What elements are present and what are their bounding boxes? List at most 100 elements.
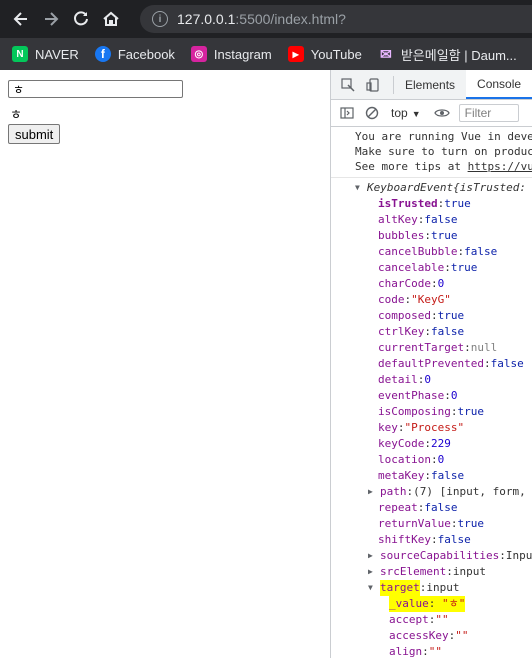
expanded-triangle-icon[interactable]: ▼ [355,180,363,196]
prop-colon: : [424,325,431,338]
prop-row-defaultprevented[interactable]: defaultPrevented: false [331,356,532,372]
bookmark-label: Facebook [117,46,175,62]
prop-key: currentTarget [378,341,465,354]
prop-row-altkey[interactable]: altKey: false [331,212,532,228]
prop-row-keycode[interactable]: keyCode: 229 [331,436,532,452]
console-output: You are running Vue in deve Make sure to… [331,127,532,658]
prop-value: true [457,405,484,418]
back-arrow-icon[interactable] [6,4,36,34]
forward-arrow-icon[interactable] [36,4,66,34]
prop-row-iscomposing[interactable]: isComposing: true [331,404,532,420]
event-preview: {isTrusted: [453,181,526,194]
collapsed-triangle-icon[interactable]: ▶ [368,564,376,580]
url-path: :5500/index.html? [235,11,346,27]
clear-console-icon[interactable] [363,104,381,122]
prop-row-shiftkey[interactable]: shiftKey: false [331,532,532,548]
bookmark-instagram[interactable]: ◎ Instagram [190,46,272,62]
devtools-tabbar: Elements Console [331,70,532,100]
prop-row-returnvalue[interactable]: returnValue: true [331,516,532,532]
prop-key: align [389,645,423,658]
prop-row-cancelable[interactable]: cancelable: true [331,260,532,276]
home-icon[interactable] [96,4,126,34]
prop-row-location[interactable]: location: 0 [331,452,532,468]
event-header-row[interactable]: ▼ KeyboardEvent {isTrusted: [331,180,532,196]
prop-row-accept[interactable]: accept: "" [331,612,532,628]
eye-icon[interactable] [433,104,451,122]
browser-toolbar: i 127.0.0.1:5500/index.html? [0,0,532,38]
context-selector[interactable]: top ▼ [391,106,421,120]
expanded-triangle-icon[interactable]: ▼ [368,580,376,596]
prop-value: 0 [450,389,458,402]
prop-row-detail[interactable]: detail: 0 [331,372,532,388]
prop-colon: : [450,517,458,530]
prop-colon: : [457,245,465,258]
message-line: Make sure to turn on produc [355,145,532,158]
prop-value: 0 [437,453,445,466]
prop-value: null [470,341,498,354]
prop-key: metaKey [378,469,425,482]
prop-row-istrusted[interactable]: isTrusted: true [331,196,532,212]
prop-row-cancelbubble[interactable]: cancelBubble: false [331,244,532,260]
prop-key: altKey [378,213,418,226]
bookmark-youtube[interactable]: ▶ YouTube [287,46,362,62]
prop-row-key[interactable]: key: "Process" [331,420,532,436]
reload-icon[interactable] [66,4,96,34]
prop-colon: : [499,549,506,562]
prop-row-metakey[interactable]: metaKey: false [331,468,532,484]
inspect-element-icon[interactable] [340,77,356,93]
prop-value: false [424,501,458,514]
address-bar[interactable]: i 127.0.0.1:5500/index.html? [140,5,532,33]
filter-input[interactable]: Filter [458,104,519,122]
prop-row-align[interactable]: align: "" [331,644,532,658]
prop-row-eventphase[interactable]: eventPhase: 0 [331,388,532,404]
device-toolbar-icon[interactable] [365,77,381,93]
prop-value: input [426,581,460,594]
prop-row-ctrlkey[interactable]: ctrlKey: false [331,324,532,340]
prop-row-accesskey[interactable]: accessKey: "" [331,628,532,644]
prop-colon: : [419,581,427,594]
prop-key: location [378,453,431,466]
prop-value: false [464,245,498,258]
prop-row-currenttarget[interactable]: currentTarget: null [331,340,532,356]
bookmark-label: 받은메일함 | Daum... [400,47,517,63]
prop-key: target [380,581,420,594]
message-line: See more tips at https://vu [355,159,532,174]
prop-row-target[interactable]: ▼ target: input [331,580,532,596]
tab-console[interactable]: Console [466,70,532,99]
info-icon[interactable]: i [152,11,168,27]
prop-row-path[interactable]: ▶ path: (7) [input, form, [331,484,532,500]
event-properties: isTrusted: true altKey: false bubbles: tru… [331,196,532,484]
prop-value: "" [428,645,442,658]
prop-key: cancelable [378,261,445,274]
prop-row-value[interactable]: _value: "ㅎ" [331,596,532,612]
prop-key: ctrlKey [378,325,425,338]
prop-value: 0 [424,373,431,386]
message-line: You are running Vue in deve [355,130,532,143]
submit-button[interactable]: submit [8,124,61,144]
bookmark-daum-mail[interactable]: ✉ 받은메일함 | Daum... [378,45,517,64]
prop-row-composed[interactable]: composed: true [331,308,532,324]
prop-value: false [437,533,471,546]
show-sidebar-icon[interactable] [338,104,356,122]
keyboard-event-object: ▼ KeyboardEvent {isTrusted: isTrusted: t… [331,178,532,658]
facebook-icon: f [94,46,111,62]
vue-tips-link[interactable]: https://vu [468,160,532,173]
prop-colon: : [444,261,451,274]
prop-row-source-capabilities[interactable]: ▶ sourceCapabilities: Inpu [331,548,532,564]
prop-row-code[interactable]: code: "KeyG" [331,292,532,308]
prop-key: charCode [378,277,431,290]
prop-row-repeat[interactable]: repeat: false [331,500,532,516]
prop-row-bubbles[interactable]: bubbles: true [331,228,532,244]
prop-row-charcode[interactable]: charCode: 0 [331,276,532,292]
prop-key: path [380,485,407,498]
bookmark-naver[interactable]: N NAVER [12,46,79,62]
prop-row-src-element[interactable]: ▶ srcElement: input [331,564,532,580]
collapsed-triangle-icon[interactable]: ▶ [368,548,376,564]
tab-elements[interactable]: Elements [394,70,466,99]
text-input[interactable] [8,80,183,98]
prop-key: accept [389,613,429,626]
prop-value: 229 [430,437,451,450]
collapsed-triangle-icon[interactable]: ▶ [368,484,376,500]
bookmark-facebook[interactable]: f Facebook [94,46,175,62]
page-viewport: ㅎ submit [0,70,330,658]
